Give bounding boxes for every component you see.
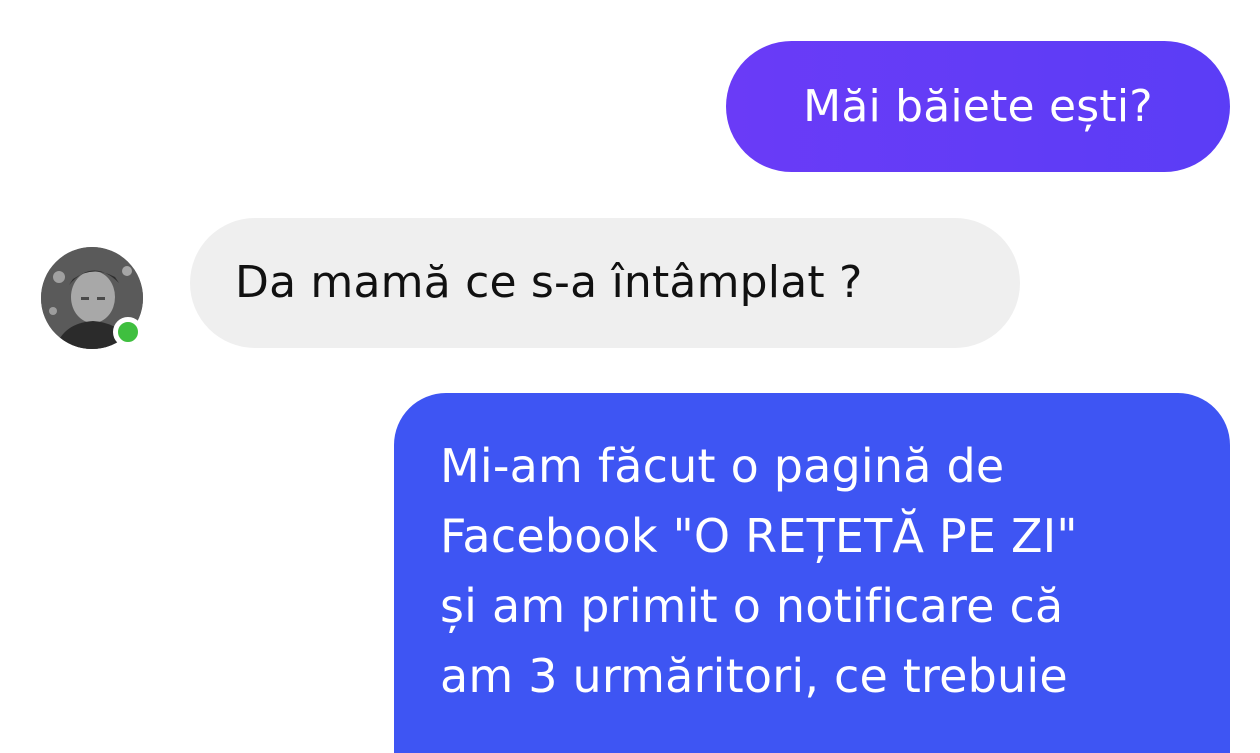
chat-thread: Măi băiete ești? Da mamă ce s-a întâmpla…: [0, 0, 1260, 753]
message-text-line: am 3 urmăritori, ce trebuie: [440, 649, 1068, 703]
outgoing-message[interactable]: Măi băiete ești?: [726, 41, 1230, 172]
outgoing-message[interactable]: Mi-am făcut o pagină de Facebook "O REȚE…: [394, 393, 1230, 753]
message-text-line: Facebook "O REȚETĂ PE ZI": [440, 509, 1078, 563]
incoming-message[interactable]: Da mamă ce s-a întâmplat ?: [190, 218, 1020, 348]
online-status-indicator: [113, 317, 143, 347]
message-text-line: și am primit o notificare că: [440, 579, 1064, 633]
message-text-line: Mi-am făcut o pagină de: [440, 439, 1005, 493]
message-text: Măi băiete ești?: [803, 80, 1153, 132]
message-text: Da mamă ce s-a întâmplat ?: [235, 257, 863, 308]
